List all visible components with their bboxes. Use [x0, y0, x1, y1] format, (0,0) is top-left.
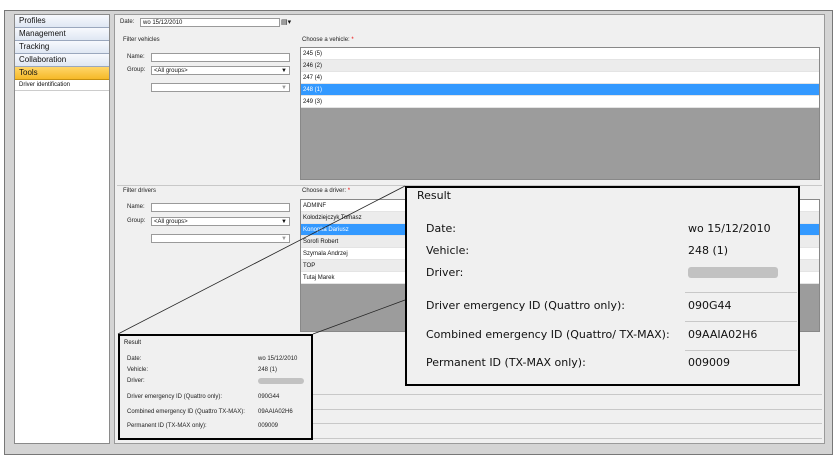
result-vehicle-label-small: Vehicle:: [127, 367, 149, 373]
callout-line-bottom: [312, 299, 406, 335]
result-date-value: wo 15/12/2010: [688, 222, 771, 235]
result-permanent-value-small: 009009: [258, 423, 279, 429]
divider: [685, 350, 797, 351]
result-emergency-label-small: Driver emergency ID (Quattro only):: [127, 394, 223, 400]
result-combined-label: Combined emergency ID (Quattro/ TX-MAX):: [426, 328, 670, 341]
result-combined-value: 09AAIA02H6: [688, 328, 758, 341]
result-combined-label-small: Combined emergency ID (Quattro TX-MAX):: [127, 409, 245, 415]
result-emergency-value-small: 090G44: [258, 394, 280, 400]
result-combined-value-small: 09AAIA02H6: [258, 409, 293, 415]
result-driver-label-small: Driver:: [127, 378, 145, 384]
result-emergency-value: 090G44: [688, 299, 732, 312]
result-emergency-label: Driver emergency ID (Quattro only):: [426, 299, 625, 312]
redacted-driver-name: [688, 267, 778, 278]
result-vehicle-value-small: 248 (1): [258, 367, 278, 373]
divider: [685, 292, 797, 293]
result-panel-zoom: Result Date: wo 15/12/2010 Vehicle: 248 …: [405, 186, 800, 386]
result-vehicle-label: Vehicle:: [426, 244, 470, 257]
result-permanent-label: Permanent ID (TX-MAX only):: [426, 356, 586, 369]
result-permanent-label-small: Permanent ID (TX-MAX only):: [127, 423, 207, 429]
divider: [685, 321, 797, 322]
result-vehicle-value: 248 (1): [688, 244, 729, 257]
callout-line-top: [117, 185, 406, 335]
result-title: Result: [417, 189, 451, 202]
result-permanent-value: 009009: [688, 356, 730, 369]
result-panel-small: Result Date: wo 15/12/2010 Vehicle: 248 …: [118, 334, 313, 440]
result-date-value-small: wo 15/12/2010: [258, 356, 298, 362]
result-date-label-small: Date:: [127, 356, 142, 362]
redacted-driver-name: [258, 378, 304, 384]
result-driver-label: Driver:: [426, 266, 464, 279]
result-title-small: Result: [124, 340, 142, 346]
result-date-label: Date:: [426, 222, 456, 235]
